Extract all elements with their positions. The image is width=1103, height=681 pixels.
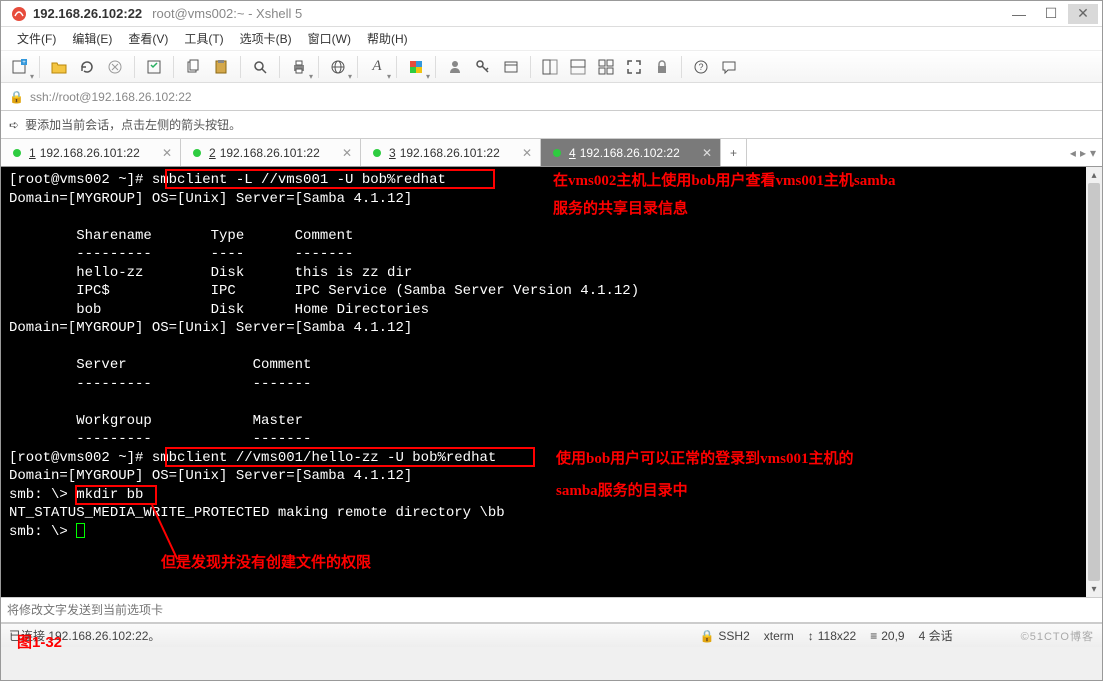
annotation-text-2a: 使用bob用户可以正常的登录到vms001主机的 xyxy=(556,447,854,471)
globe-icon[interactable]: ▾ xyxy=(325,54,351,80)
terminal[interactable]: [root@vms002 ~]# smbclient -L //vms001 -… xyxy=(1,167,1102,597)
status-term: xterm xyxy=(764,629,794,643)
menu-help[interactable]: 帮助(H) xyxy=(359,28,416,49)
maximize-button[interactable]: ☐ xyxy=(1036,4,1066,24)
disconnect-icon[interactable] xyxy=(102,54,128,80)
tab-number: 2 xyxy=(209,146,216,160)
terminal-output: [root@vms002 ~]# smbclient -L //vms001 -… xyxy=(1,167,1102,545)
toolbar: +▾ ▾ ▾ A▾ ▾ ? xyxy=(1,51,1102,83)
status-dot-icon xyxy=(373,149,381,157)
menubar: 文件(F) 编辑(E) 查看(V) 工具(T) 选项卡(B) 窗口(W) 帮助(… xyxy=(1,27,1102,51)
session-tab-3[interactable]: 3 192.168.26.101:22 ✕ xyxy=(361,139,541,166)
titlebar: 192.168.26.102:22 root@vms002:~ - Xshell… xyxy=(1,1,1102,27)
status-dot-icon xyxy=(13,149,21,157)
user-icon[interactable] xyxy=(442,54,468,80)
feedback-icon[interactable] xyxy=(716,54,742,80)
address-bar: 🔒 ssh://root@192.168.26.102:22 xyxy=(1,83,1102,111)
find-icon[interactable] xyxy=(247,54,273,80)
tab-label: 192.168.26.102:22 xyxy=(580,146,680,160)
status-dot-icon xyxy=(553,149,561,157)
status-bar: 已连接 192.168.26.102:22。 🔒SSH2 xterm ↕ 118… xyxy=(1,623,1102,647)
tab-scroll-left-icon[interactable]: ◂ xyxy=(1070,146,1076,160)
menu-view[interactable]: 查看(V) xyxy=(120,28,176,49)
tab-number: 4 xyxy=(569,146,576,160)
session-tab-2[interactable]: 2 192.168.26.101:22 ✕ xyxy=(181,139,361,166)
font-icon[interactable]: A▾ xyxy=(364,54,390,80)
annotation-text-2b: samba服务的目录中 xyxy=(556,479,688,503)
tab-label: 192.168.26.101:22 xyxy=(40,146,140,160)
help-icon[interactable]: ? xyxy=(688,54,714,80)
open-folder-icon[interactable] xyxy=(46,54,72,80)
tab-close-icon[interactable]: ✕ xyxy=(522,146,532,160)
scroll-down-icon[interactable]: ▾ xyxy=(1086,581,1102,597)
tab-label: 192.168.26.101:22 xyxy=(220,146,320,160)
minimize-button[interactable]: — xyxy=(1004,4,1034,24)
tile-v-icon[interactable] xyxy=(593,54,619,80)
new-tab-button[interactable]: + xyxy=(721,139,747,166)
status-size: ↕ 118x22 xyxy=(808,629,856,643)
menu-tools[interactable]: 工具(T) xyxy=(176,28,231,49)
paste-icon[interactable] xyxy=(208,54,234,80)
lock-small-icon: 🔒 xyxy=(699,629,714,643)
cascade-icon[interactable] xyxy=(537,54,563,80)
svg-text:?: ? xyxy=(698,62,703,72)
compose-bar xyxy=(1,597,1102,623)
figure-label: 图1-32 xyxy=(17,631,62,652)
tab-number: 1 xyxy=(29,146,36,160)
color-icon[interactable]: ▾ xyxy=(403,54,429,80)
status-ssh: 🔒SSH2 xyxy=(699,629,749,643)
resize-small-icon: ↕ xyxy=(808,629,814,643)
status-cursor-pos: ≡ 20,9 xyxy=(870,629,904,643)
menu-file[interactable]: 文件(F) xyxy=(9,28,64,49)
annotation-box-3 xyxy=(75,485,157,505)
copy-icon[interactable] xyxy=(180,54,206,80)
properties-icon[interactable] xyxy=(141,54,167,80)
print-icon[interactable]: ▾ xyxy=(286,54,312,80)
lock-icon[interactable] xyxy=(649,54,675,80)
tab-close-icon[interactable]: ✕ xyxy=(342,146,352,160)
terminal-scrollbar[interactable]: ▴ ▾ xyxy=(1086,167,1102,597)
key-icon[interactable] xyxy=(470,54,496,80)
fullscreen-icon[interactable] xyxy=(621,54,647,80)
wizard-icon[interactable] xyxy=(498,54,524,80)
status-sessions: 4 会话 xyxy=(919,627,953,644)
tab-menu-icon[interactable]: ▾ xyxy=(1090,146,1096,160)
menu-edit[interactable]: 编辑(E) xyxy=(64,28,120,49)
info-arrow-icon[interactable]: ➪ xyxy=(9,118,19,132)
menu-window[interactable]: 窗口(W) xyxy=(300,28,359,49)
tab-scroll-right-icon[interactable]: ▸ xyxy=(1080,146,1086,160)
menu-tab[interactable]: 选项卡(B) xyxy=(232,28,300,49)
annotation-box-2 xyxy=(165,447,535,467)
address-url[interactable]: ssh://root@192.168.26.102:22 xyxy=(30,90,192,104)
app-icon xyxy=(11,6,27,22)
info-text: 要添加当前会话，点击左侧的箭头按钮。 xyxy=(25,116,241,133)
watermark: ©51CTO博客 xyxy=(1021,628,1094,644)
annotation-box-1 xyxy=(165,169,495,189)
tile-h-icon[interactable] xyxy=(565,54,591,80)
session-tab-4[interactable]: 4 192.168.26.102:22 ✕ xyxy=(541,139,721,166)
new-session-icon[interactable]: +▾ xyxy=(7,54,33,80)
address-lock-icon: 🔒 xyxy=(9,90,24,104)
window-title-sub: root@vms002:~ - Xshell 5 xyxy=(152,6,302,21)
tab-bar: 1 192.168.26.101:22 ✕ 2 192.168.26.101:2… xyxy=(1,139,1102,167)
tab-number: 3 xyxy=(389,146,396,160)
close-button[interactable]: ✕ xyxy=(1068,4,1098,24)
session-tab-1[interactable]: 1 192.168.26.101:22 ✕ xyxy=(1,139,181,166)
tab-label: 192.168.26.101:22 xyxy=(400,146,500,160)
compose-input[interactable] xyxy=(7,603,1096,617)
window-title-main: 192.168.26.102:22 xyxy=(33,6,142,21)
scrollbar-thumb[interactable] xyxy=(1088,183,1100,581)
status-dot-icon xyxy=(193,149,201,157)
reconnect-icon[interactable] xyxy=(74,54,100,80)
scroll-up-icon[interactable]: ▴ xyxy=(1086,167,1102,183)
svg-text:+: + xyxy=(22,60,26,66)
annotation-text-3: 但是发现并没有创建文件的权限 xyxy=(161,551,371,575)
annotation-text-1b: 服务的共享目录信息 xyxy=(553,197,688,221)
info-strip: ➪ 要添加当前会话，点击左侧的箭头按钮。 xyxy=(1,111,1102,139)
annotation-text-1a: 在vms002主机上使用bob用户查看vms001主机samba xyxy=(553,169,896,193)
tab-close-icon[interactable]: ✕ xyxy=(702,146,712,160)
tab-close-icon[interactable]: ✕ xyxy=(162,146,172,160)
